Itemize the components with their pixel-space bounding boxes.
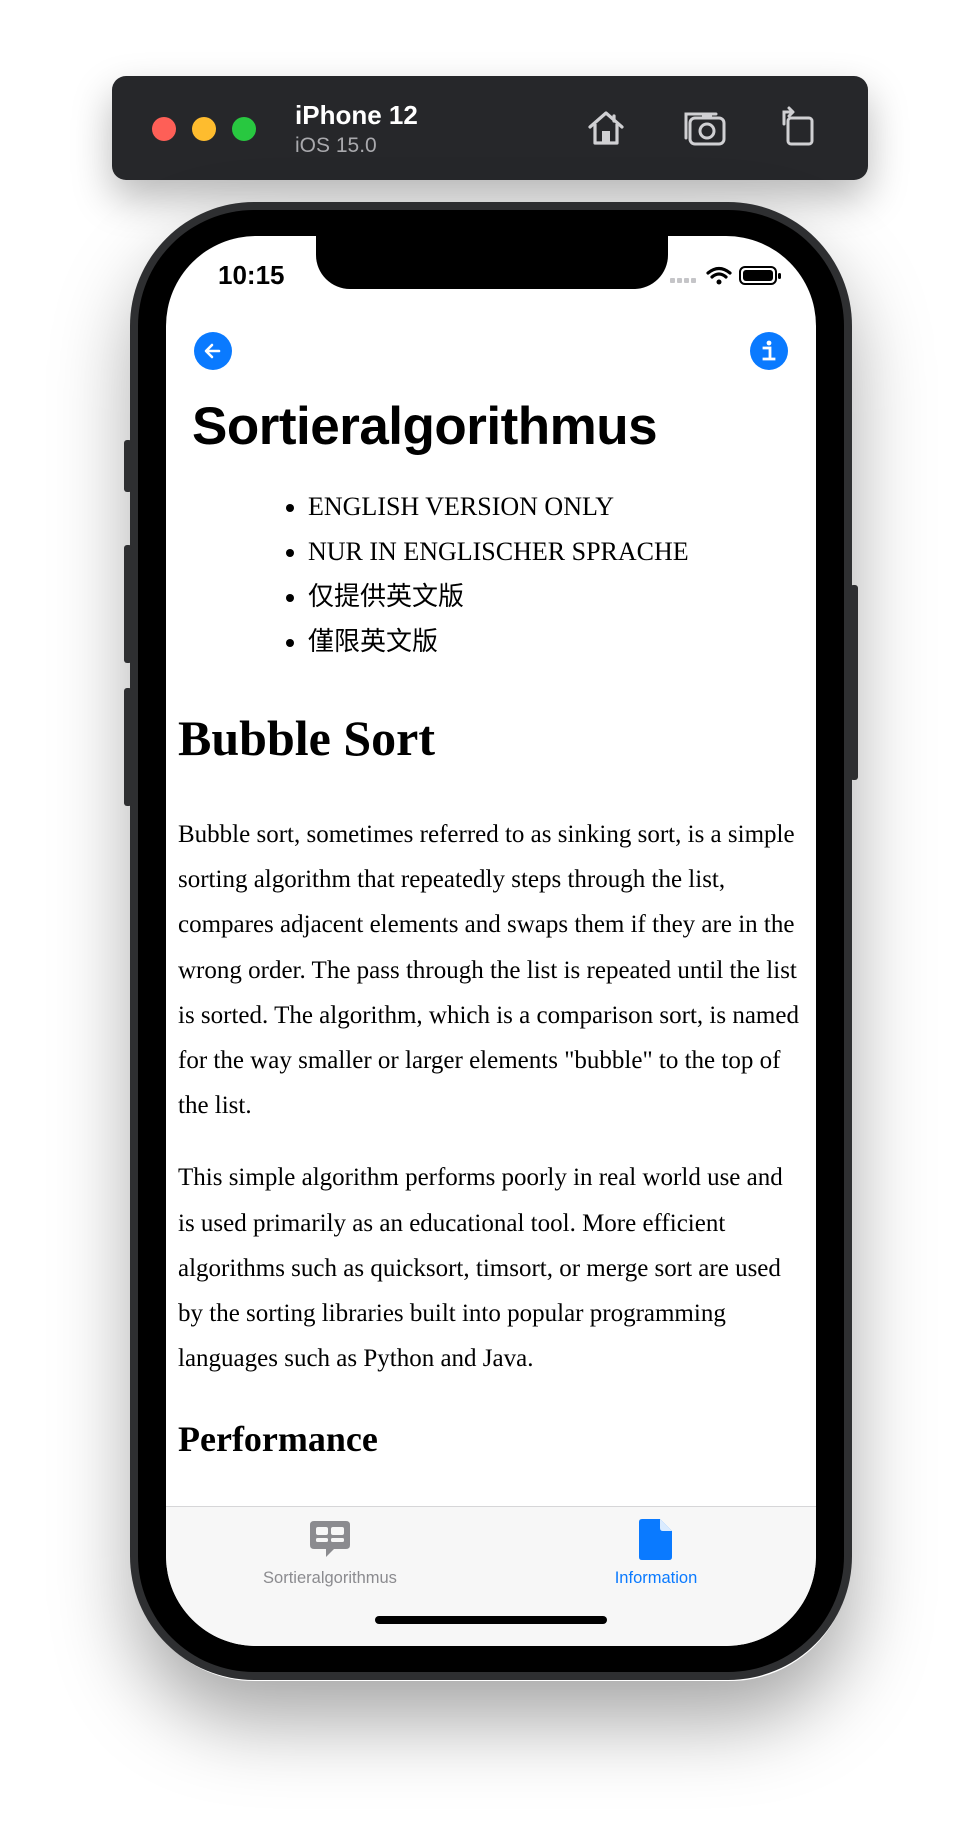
simulator-title-bar: iPhone 12 iOS 15.0 (112, 76, 868, 180)
status-time: 10:15 (218, 260, 285, 290)
mute-switch[interactable] (124, 440, 132, 492)
language-notice-list: ENGLISH VERSION ONLY NUR IN ENGLISCHER S… (178, 484, 804, 664)
power-button[interactable] (850, 585, 858, 780)
back-button[interactable] (194, 332, 232, 370)
arrow-left-icon (204, 343, 221, 359)
article-paragraph: Bubble sort, sometimes referred to as si… (178, 821, 799, 1120)
cellular-signal-icon (670, 278, 696, 283)
screenshot-button[interactable] (680, 102, 732, 154)
tab-label: Sortieralgorithmus (263, 1569, 397, 1587)
tab-sortieralgorithmus[interactable]: Sortieralgorithmus (220, 1517, 440, 1588)
volume-down-button[interactable] (124, 688, 132, 806)
home-icon (588, 111, 624, 145)
tab-label: Information (614, 1569, 698, 1587)
rotate-icon (782, 106, 814, 146)
list-item: 僅限英文版 (308, 619, 804, 664)
notch (316, 236, 668, 289)
article-paragraph: This simple algorithm performs poorly in… (178, 1164, 783, 1373)
screenshot-icon (684, 112, 726, 146)
list-item: 仅提供英文版 (308, 574, 804, 619)
os-version: iOS 15.0 (295, 134, 377, 157)
rotate-button[interactable] (772, 102, 824, 154)
wifi-icon (706, 266, 732, 285)
info-button[interactable] (750, 332, 788, 370)
list-item: ENGLISH VERSION ONLY (308, 484, 804, 529)
article-heading: Bubble Sort (178, 710, 436, 766)
page-title: Sortieralgorithmus (192, 397, 658, 456)
tab-bar: Sortieralgorithmus Information (166, 1506, 816, 1646)
home-indicator[interactable] (375, 1616, 607, 1624)
close-window-button[interactable] (152, 117, 176, 141)
phone-screen: 10:15 Sortieralgorithmus • ENGLISH VERSI… (166, 236, 816, 1646)
article-content: ENGLISH VERSION ONLY NUR IN ENGLISCHER S… (178, 484, 804, 1461)
zoom-window-button[interactable] (232, 117, 256, 141)
section-heading: Performance (178, 1419, 378, 1460)
battery-icon (739, 266, 781, 285)
home-button[interactable] (580, 102, 632, 154)
document-icon (639, 1519, 672, 1560)
status-icons (666, 264, 786, 288)
device-name: iPhone 12 (295, 100, 418, 130)
list-item: NUR IN ENGLISCHER SPRACHE (308, 529, 804, 574)
tab-information[interactable]: Information (546, 1517, 766, 1588)
info-icon (762, 340, 776, 361)
volume-up-button[interactable] (124, 545, 132, 663)
chat-bubbles-icon (310, 1521, 350, 1557)
minimize-window-button[interactable] (192, 117, 216, 141)
